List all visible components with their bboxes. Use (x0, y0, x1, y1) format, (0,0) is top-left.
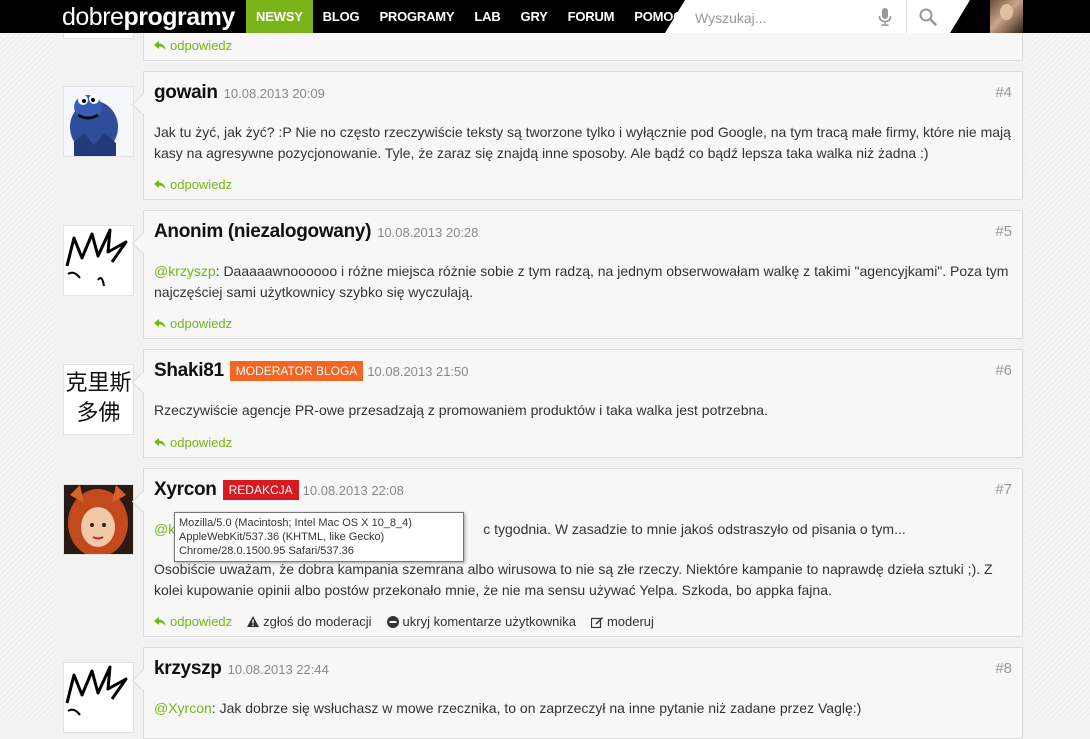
comment-avatar (63, 86, 134, 157)
site-logo[interactable]: dobreprogramy (62, 2, 235, 32)
hide-user-comments-link[interactable]: ukryj komentarze użytkownika (386, 614, 576, 629)
mention-link[interactable]: @krzyszp (154, 263, 216, 279)
page-background-left (0, 33, 55, 719)
microphone-icon[interactable] (878, 8, 892, 26)
comment-actions: odpowiedz (154, 435, 247, 450)
comment-avatar: 克里斯 多佛 (63, 364, 134, 435)
search-input[interactable] (693, 6, 877, 29)
page-background-right (1030, 33, 1090, 719)
comment-5: Anonim (niezalogowany) 10.08.2013 20:28 … (131, 210, 1023, 339)
comment-header: Xyrcon REDAKCJA 10.08.2013 22:08 (154, 477, 404, 503)
reply-link[interactable]: odpowiedz (154, 435, 232, 450)
moderator-badge: MODERATOR BLOGA (229, 361, 364, 381)
comment-text: @Xyrcon: Jak dobrze się wsłuchasz w mowe… (154, 700, 862, 716)
comment-text: Rzeczywiście agencje PR-owe przesadzają … (154, 402, 768, 418)
search-icon[interactable] (919, 8, 937, 26)
comment-header: Anonim (niezalogowany) 10.08.2013 20:28 (154, 219, 478, 245)
comment-author[interactable]: gowain (154, 82, 218, 104)
nav-item-forum[interactable]: FORUM (558, 0, 625, 33)
reply-icon (154, 40, 166, 50)
reply-icon (154, 318, 166, 328)
comment-date: 10.08.2013 22:44 (227, 661, 329, 677)
comment-date: 10.08.2013 21:50 (367, 363, 469, 379)
moderate-link[interactable]: moderuj (590, 614, 654, 629)
reply-link[interactable]: odpowiedz (154, 38, 232, 53)
comment-header: krzyszp 10.08.2013 22:44 (154, 656, 329, 682)
reply-icon (154, 437, 166, 447)
xyrcon-avatar-image (64, 485, 133, 554)
anonymous-avatar-image (64, 226, 133, 295)
nav-item-newsy[interactable]: NEWSY (246, 0, 313, 33)
krzyszp-avatar-image (64, 663, 133, 732)
comment-actions: odpowiedz (154, 177, 247, 192)
comment-text: Jak tu żyć, jak żyć? :P Nie no często rz… (154, 124, 1011, 161)
reply-icon (154, 616, 166, 626)
comment-pointer (131, 490, 154, 513)
minus-circle-icon (386, 615, 399, 628)
comment-author[interactable]: Xyrcon (154, 479, 217, 501)
comment-pointer (131, 669, 154, 692)
comment-number[interactable]: #7 (995, 481, 1012, 498)
user-avatar[interactable] (990, 0, 1023, 33)
comment-date: 10.08.2013 20:09 (223, 85, 325, 101)
comment-actions: odpowiedz (154, 316, 247, 331)
nav-item-programy[interactable]: PROGRAMY (369, 0, 464, 33)
comment-author: Anonim (niezalogowany) (154, 221, 372, 242)
comment-pointer (131, 93, 154, 116)
mention-link[interactable]: @Xyrcon (154, 700, 212, 716)
comment-author[interactable]: Shaki81 (154, 360, 224, 382)
warning-icon (247, 616, 260, 627)
nav-item-blog[interactable]: BLOG (313, 0, 370, 33)
comment-pointer (131, 232, 154, 255)
comment-date: 10.08.2013 22:08 (302, 482, 404, 498)
nav-item-gry[interactable]: GRY (511, 0, 558, 33)
redakcja-badge: REDAKCJA (222, 480, 299, 500)
comment-text-paragraph: Osobiście uważam, że dobra kampania szem… (154, 561, 993, 598)
comment-number[interactable]: #6 (995, 362, 1012, 379)
user-agent-tooltip: Mozilla/5.0 (Macintosh; Intel Mac OS X 1… (174, 512, 464, 562)
main-nav: NEWSY BLOG PROGRAMY LAB GRY FORUM POMOC (246, 0, 692, 33)
comment-4: gowain 10.08.2013 20:09 #4 Jak tu żyć, j… (131, 71, 1023, 200)
calligraphy-avatar-image: 克里斯 多佛 (65, 371, 132, 426)
comment-avatar (63, 225, 134, 296)
comment-date: 10.08.2013 20:28 (377, 224, 479, 240)
reply-icon (154, 179, 166, 189)
edit-icon (590, 616, 603, 628)
search-bar (665, 0, 970, 33)
reply-link[interactable]: odpowiedz (154, 177, 232, 192)
cookie-monster-avatar-image (64, 87, 133, 156)
comment-actions: odpowiedz zgłoś do moderacji ukryj komen… (154, 614, 669, 629)
comment-author[interactable]: krzyszp (154, 658, 222, 680)
comment-number[interactable]: #8 (995, 660, 1012, 677)
comment-avatar (63, 662, 134, 733)
comment-8: krzyszp 10.08.2013 22:44 #8 @Xyrcon: Jak… (131, 647, 1023, 739)
reply-link[interactable]: odpowiedz (154, 614, 232, 629)
comment-6: Shaki81 MODERATOR BLOGA 10.08.2013 21:50… (131, 349, 1023, 458)
comment-number[interactable]: #5 (995, 223, 1012, 240)
comment-avatar (63, 484, 134, 555)
report-moderation-link[interactable]: zgłoś do moderacji (247, 614, 372, 629)
mention-link[interactable]: @k (154, 521, 175, 537)
comment-actions: odpowiedz (154, 38, 247, 53)
search-divider (906, 0, 907, 33)
nav-item-lab[interactable]: LAB (464, 0, 510, 33)
comment-text: @krzyszp: Daaaaawnoooooo i różne miejsca… (154, 263, 1009, 300)
comment-number[interactable]: #4 (995, 84, 1012, 101)
comment-header: gowain 10.08.2013 20:09 (154, 80, 325, 106)
comment-pointer (131, 371, 154, 394)
comment-header: Shaki81 MODERATOR BLOGA 10.08.2013 21:50 (154, 358, 469, 384)
reply-link[interactable]: odpowiedz (154, 316, 232, 331)
top-navigation-bar: dobreprogramy NEWSY BLOG PROGRAMY LAB GR… (0, 0, 1090, 33)
